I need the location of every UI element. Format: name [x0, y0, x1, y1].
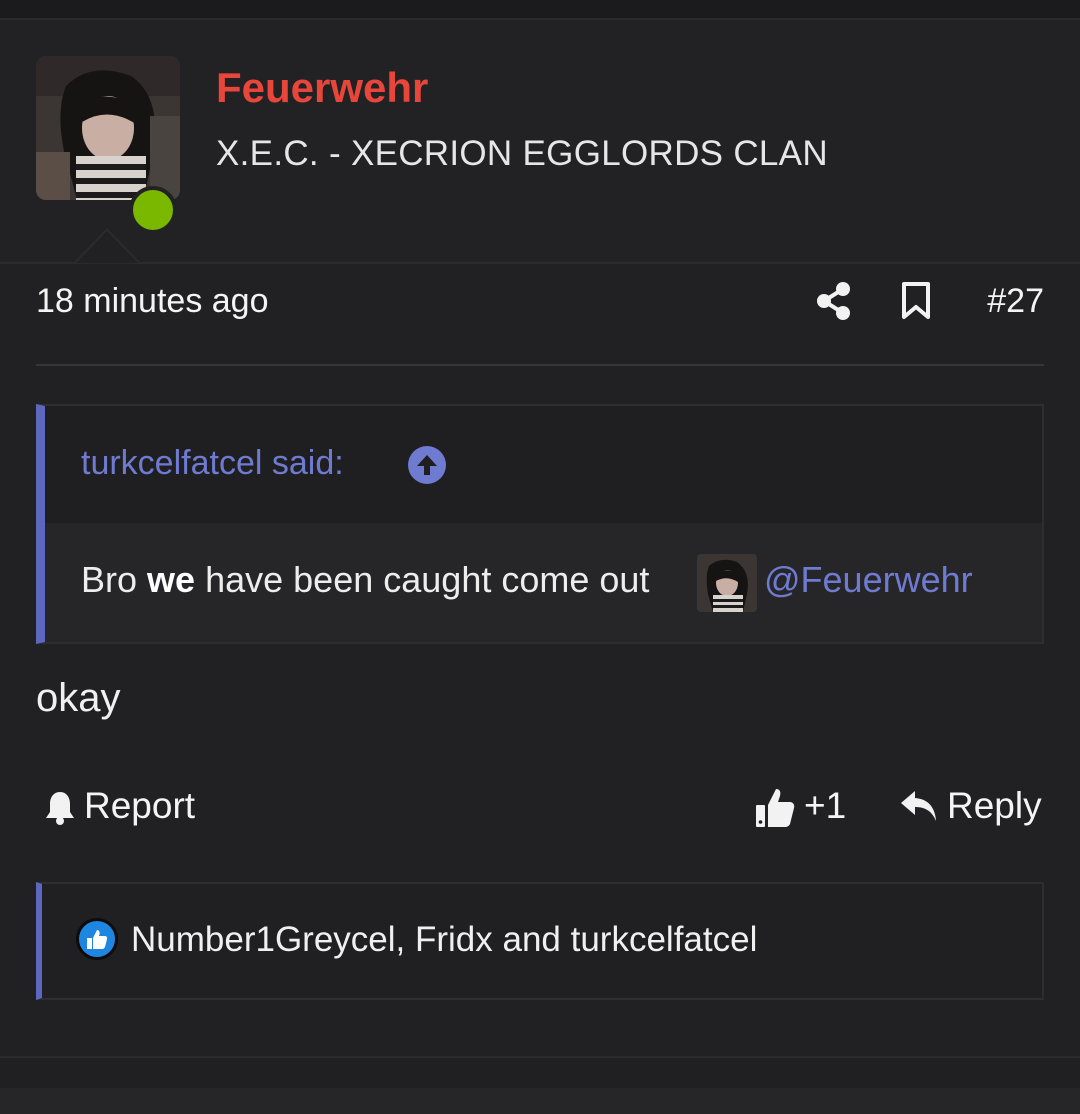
- thumbs-up-icon: [754, 785, 796, 834]
- quote-text: Bro we have been caught come out: [81, 559, 649, 601]
- post-timestamp[interactable]: 18 minutes ago: [36, 282, 269, 321]
- bookmark-icon[interactable]: [900, 281, 932, 326]
- post-bottom-divider: [0, 1056, 1080, 1058]
- like-count: +1: [804, 785, 847, 826]
- user-title: X.E.C. - XECRION EGGLORDS CLAN: [216, 134, 828, 173]
- post-meta: 18 minutes ago #27: [36, 278, 1044, 328]
- top-strip: [0, 0, 1080, 20]
- report-label: Report: [84, 785, 196, 826]
- quote-text-end: have been caught come out: [205, 559, 650, 600]
- post-header: Feuerwehr X.E.C. - XECRION EGGLORDS CLAN: [0, 20, 1080, 264]
- meta-divider: [36, 364, 1044, 366]
- reaction-users-list[interactable]: Number1Greycel, Fridx and turkcelfatcel: [131, 920, 757, 960]
- reply-label: Reply: [947, 785, 1042, 826]
- post-message: okay: [36, 676, 121, 720]
- bell-icon: [44, 790, 76, 831]
- quote-text-start: Bro: [81, 559, 138, 600]
- post-author-name[interactable]: Feuerwehr: [216, 64, 428, 112]
- reply-arrow-icon: [900, 789, 938, 828]
- avatar[interactable]: [36, 56, 180, 200]
- post-number-link[interactable]: #27: [987, 282, 1044, 321]
- quote-text-bold: we: [147, 559, 196, 600]
- reactions-bar[interactable]: Number1Greycel, Fridx and turkcelfatcel: [36, 882, 1044, 1000]
- quote-author-link[interactable]: turkcelfatcel said:: [81, 444, 344, 483]
- online-status-indicator: [129, 186, 177, 234]
- header-pointer-fill: [76, 231, 138, 263]
- arrow-up-circle-icon[interactable]: [408, 446, 446, 484]
- quote-content: Bro we have been caught come out @Feuerw…: [45, 523, 1042, 642]
- user-mention-link[interactable]: @Feuerwehr: [764, 559, 973, 601]
- quote-header: turkcelfatcel said:: [45, 406, 1042, 523]
- quote-block: turkcelfatcel said: Bro we have been cau…: [36, 404, 1044, 644]
- post-actions: Report +1 Reply: [36, 780, 1044, 836]
- mention-avatar: [697, 554, 757, 612]
- next-post-edge: [0, 1088, 1080, 1114]
- like-badge-icon: [76, 918, 118, 960]
- share-icon[interactable]: [816, 281, 852, 326]
